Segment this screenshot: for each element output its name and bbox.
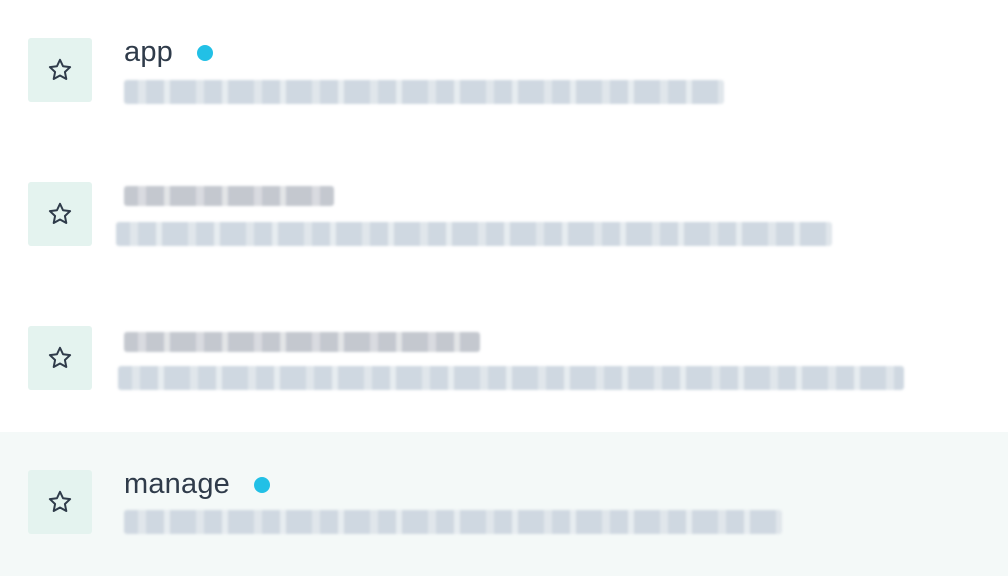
list-item[interactable] — [0, 144, 1008, 288]
status-dot — [254, 477, 270, 493]
redacted-description — [118, 366, 904, 390]
redacted-description — [124, 510, 782, 534]
status-dot — [197, 45, 213, 61]
star-outline-icon — [48, 58, 72, 80]
favorite-button[interactable] — [28, 470, 92, 534]
list-item[interactable]: manage — [0, 432, 1008, 576]
item-title[interactable]: manage — [124, 468, 230, 501]
favorite-button[interactable] — [28, 38, 92, 102]
list-item[interactable]: app — [0, 0, 1008, 144]
star-outline-icon — [48, 490, 72, 512]
redacted-description — [124, 80, 724, 104]
favorite-button[interactable] — [28, 326, 92, 390]
title-line: app — [124, 30, 213, 74]
favorite-button[interactable] — [28, 182, 92, 246]
star-outline-icon — [48, 202, 72, 224]
redacted-description — [116, 222, 832, 246]
list-item[interactable] — [0, 288, 1008, 432]
redacted-title — [124, 186, 334, 206]
redacted-title — [124, 332, 480, 352]
repository-list: app manage — [0, 0, 1008, 588]
title-line: manage — [124, 462, 270, 506]
star-outline-icon — [48, 346, 72, 368]
item-title[interactable]: app — [124, 36, 173, 69]
